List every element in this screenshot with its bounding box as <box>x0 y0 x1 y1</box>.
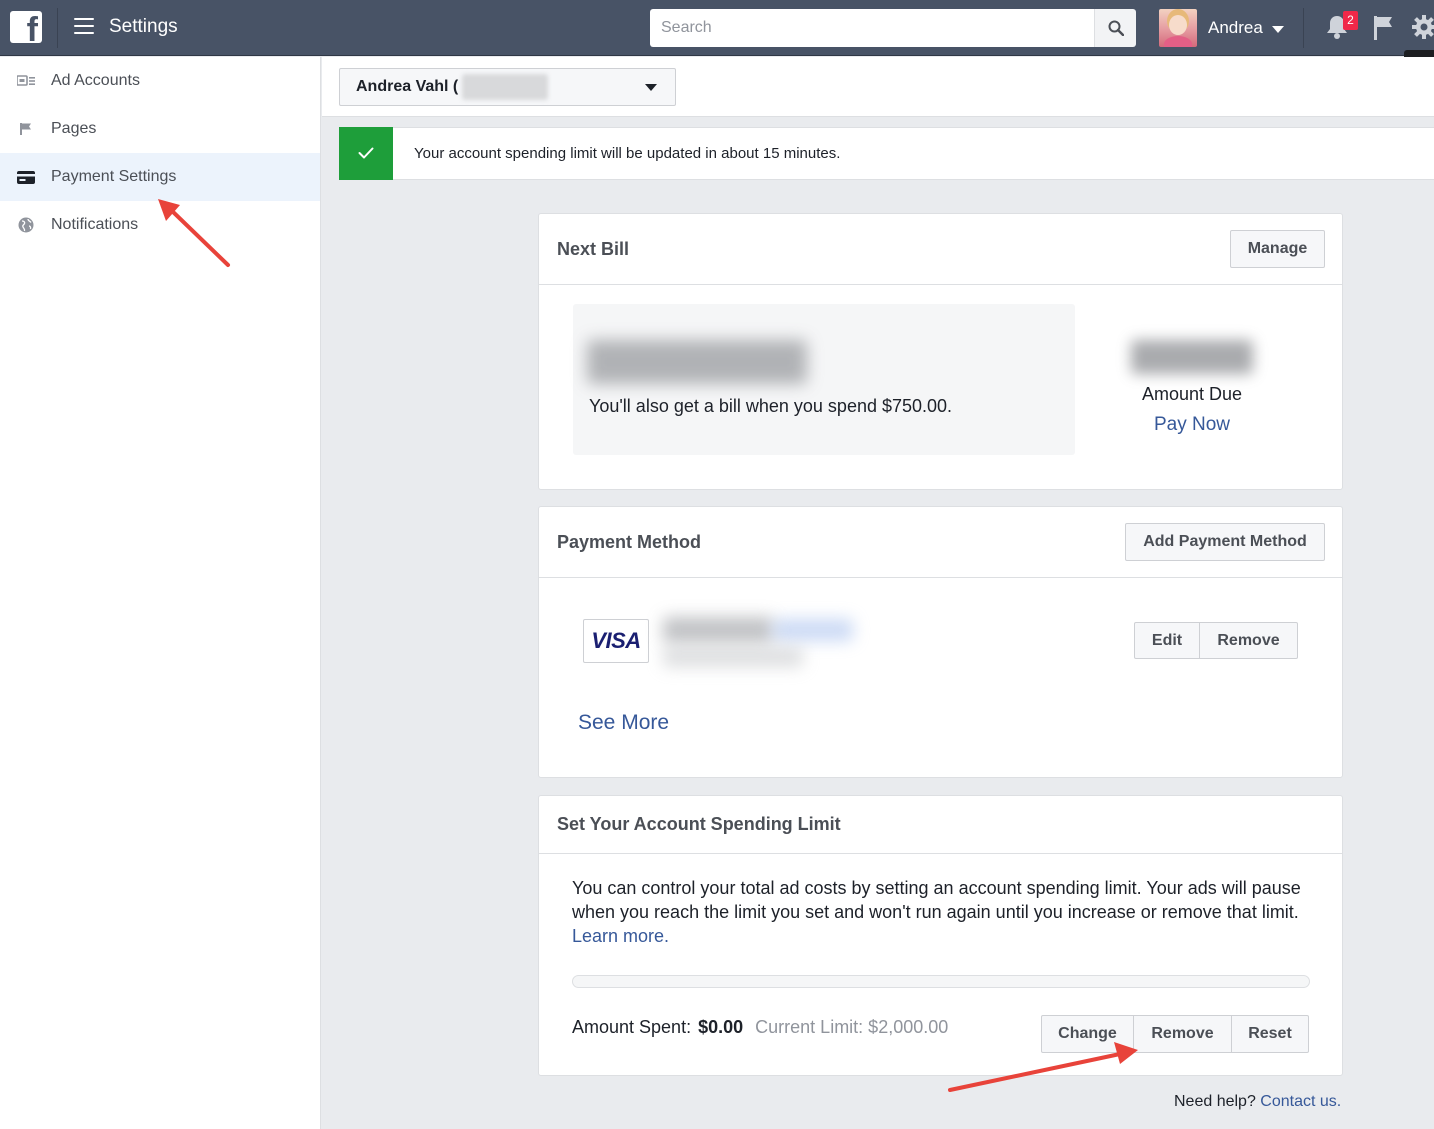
redacted-amount-due <box>1131 340 1253 374</box>
card-header: Payment Method Add Payment Method <box>539 507 1342 578</box>
success-notice: Your account spending limit will be upda… <box>339 126 1434 180</box>
card-actions: Edit Remove <box>1134 622 1298 659</box>
redacted-card-number <box>663 617 773 643</box>
sidebar-item-pages[interactable]: Pages <box>0 105 320 153</box>
card-header: Set Your Account Spending Limit <box>539 796 1342 854</box>
sidebar-item-label: Payment Settings <box>51 168 177 185</box>
amount-spent: Amount Spent: $0.00 Current Limit: $2,00… <box>572 1017 948 1038</box>
bill-summary: You'll also get a bill when you spend $7… <box>573 304 1075 455</box>
notification-badge: 2 <box>1343 11 1358 30</box>
learn-more-link[interactable]: Learn more. <box>572 926 669 946</box>
visa-card-icon: VISA <box>583 619 649 663</box>
chevron-down-icon <box>645 84 657 91</box>
help-footer: Need help? Contact us. <box>1174 1093 1341 1111</box>
sidebar-item-label: Ad Accounts <box>51 72 140 89</box>
sidebar-item-label: Pages <box>51 120 97 137</box>
account-name: Andrea Vahl ( <box>356 78 459 95</box>
sidebar-item-ad-accounts[interactable]: Ad Accounts <box>0 57 320 105</box>
see-more-link[interactable]: See More <box>578 711 669 735</box>
menu-icon[interactable] <box>74 18 94 36</box>
card-title: Set Your Account Spending Limit <box>557 814 841 834</box>
user-name: Andrea <box>1208 18 1263 37</box>
description-text: You can control your total ad costs by s… <box>572 878 1301 922</box>
search-icon <box>1108 20 1124 36</box>
amount-due-label: Amount Due <box>1141 384 1243 404</box>
contact-us-link[interactable]: Contact us. <box>1260 1093 1341 1110</box>
manage-button[interactable]: Manage <box>1230 230 1325 268</box>
flag-icon <box>16 119 36 139</box>
logo-letter: f <box>26 11 38 43</box>
ad-accounts-icon <box>16 71 36 91</box>
amount-spent-value: $0.00 <box>698 1017 744 1037</box>
spending-progress-bar <box>572 975 1310 988</box>
divider <box>57 8 58 48</box>
sidebar-item-payment-settings[interactable]: Payment Settings <box>0 153 320 201</box>
redacted-bill-date <box>587 340 807 384</box>
notice-message: Your account spending limit will be upda… <box>414 145 841 162</box>
facebook-logo-icon[interactable]: f <box>10 11 42 43</box>
flag-button[interactable] <box>1372 15 1394 46</box>
limit-actions: Change Remove Reset <box>1041 1015 1309 1053</box>
chevron-down-icon <box>1271 26 1284 33</box>
amount-spent-label: Amount Spent: <box>572 1017 692 1037</box>
pay-now-link[interactable]: Pay Now <box>1099 414 1285 436</box>
next-bill-card: Next Bill Manage You'll also get a bill … <box>538 213 1343 490</box>
card-header: Next Bill Manage <box>539 214 1342 285</box>
redacted-card-expiry <box>663 647 803 667</box>
remove-card-button[interactable]: Remove <box>1200 622 1298 659</box>
help-text: Need help? <box>1174 1093 1256 1110</box>
flag-icon <box>1374 16 1392 40</box>
sidebar-item-notifications[interactable]: Notifications <box>0 201 320 249</box>
user-menu[interactable]: Andrea <box>1159 9 1284 47</box>
account-bar: Andrea Vahl ( <box>322 57 1434 117</box>
credit-card-icon <box>16 167 36 187</box>
top-bar: f Settings Andrea 2 <box>0 0 1434 56</box>
redacted-account-id <box>462 74 549 100</box>
settings-button[interactable] <box>1411 14 1434 45</box>
divider <box>1303 8 1304 48</box>
bill-threshold-note: You'll also get a bill when you spend $7… <box>589 396 953 416</box>
card-title: Payment Method <box>557 531 702 552</box>
search-button[interactable] <box>1094 9 1136 47</box>
payment-method-card: Payment Method Add Payment Method VISA E… <box>538 506 1343 778</box>
checkmark-icon <box>339 126 393 180</box>
gear-icon <box>1412 15 1434 39</box>
sidebar: Ad Accounts Pages Payment Settings Notif… <box>0 57 321 1129</box>
remove-limit-button[interactable]: Remove <box>1134 1015 1232 1053</box>
search-bar <box>650 9 1136 47</box>
search-input[interactable] <box>650 9 1094 47</box>
current-limit: Current Limit: $2,000.00 <box>755 1017 949 1037</box>
spending-limit-card: Set Your Account Spending Limit You can … <box>538 795 1343 1076</box>
add-payment-method-button[interactable]: Add Payment Method <box>1125 523 1325 561</box>
redacted-card-detail <box>773 619 853 641</box>
avatar <box>1159 9 1197 47</box>
change-button[interactable]: Change <box>1041 1015 1134 1053</box>
globe-icon <box>16 215 36 235</box>
edit-button[interactable]: Edit <box>1134 622 1200 659</box>
account-selector[interactable]: Andrea Vahl ( <box>339 68 676 106</box>
sidebar-item-label: Notifications <box>51 216 139 233</box>
app-title: Settings <box>109 16 178 37</box>
card-title: Next Bill <box>557 238 630 259</box>
reset-button[interactable]: Reset <box>1232 1015 1309 1053</box>
spending-limit-description: You can control your total ad costs by s… <box>572 876 1312 948</box>
